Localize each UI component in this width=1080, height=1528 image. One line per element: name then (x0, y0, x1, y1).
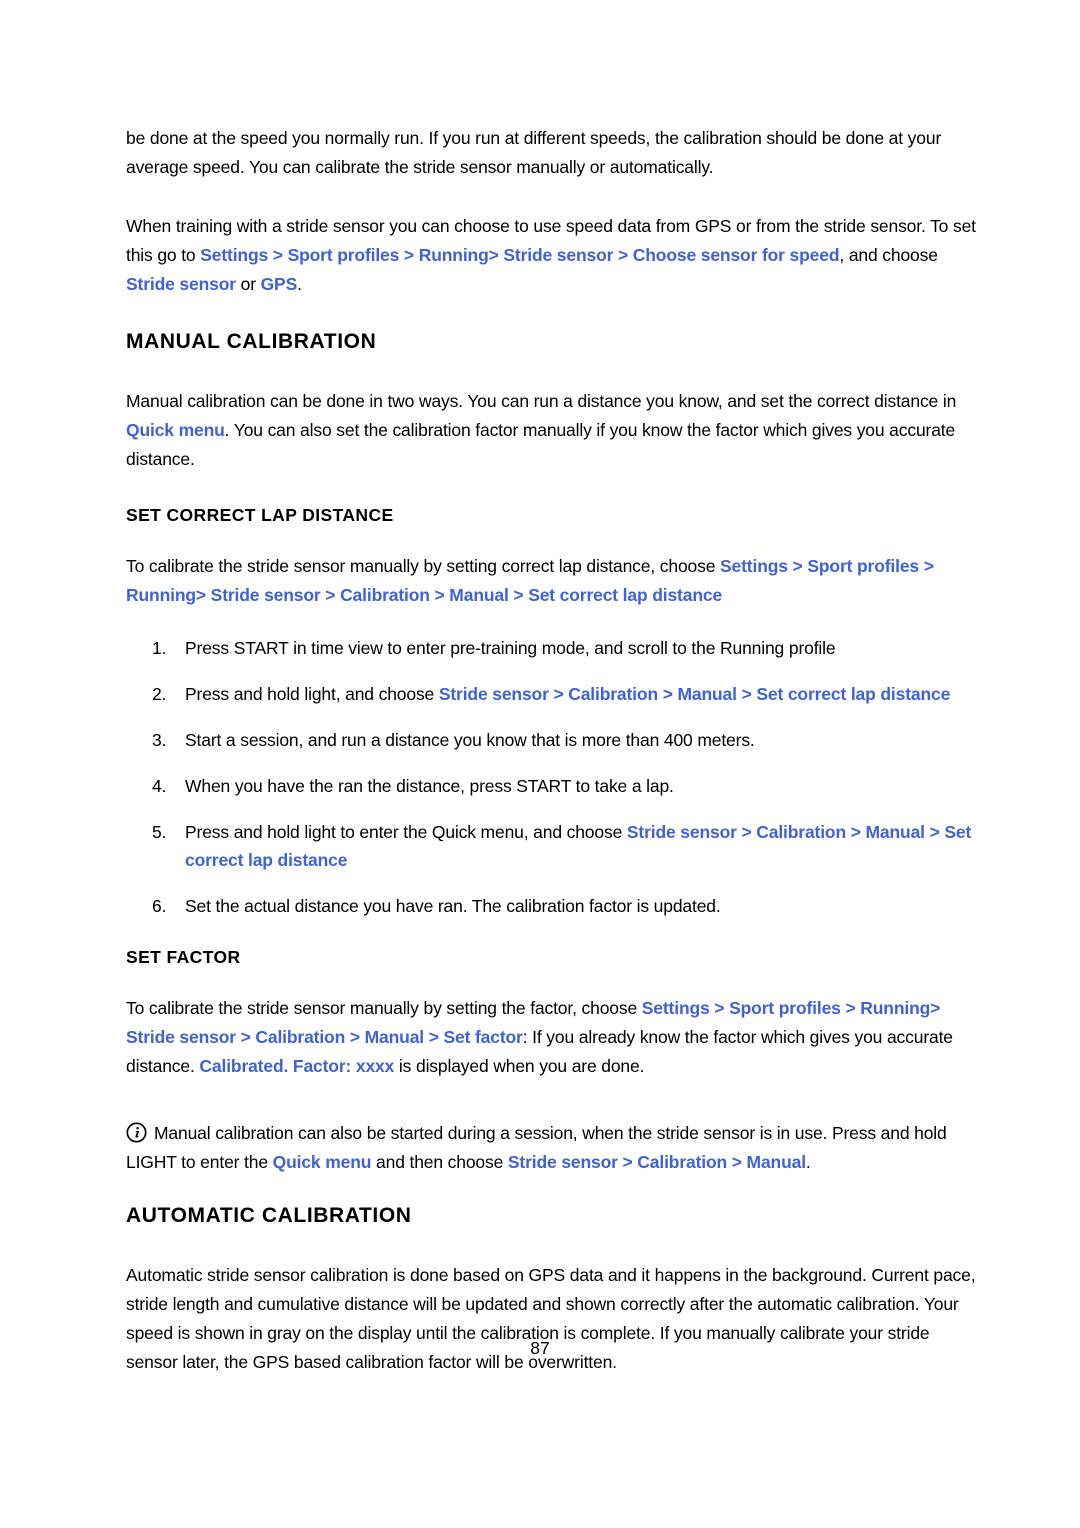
nav-quick-menu-note: Quick menu (272, 1152, 372, 1172)
list-item-number: 2. (152, 684, 167, 704)
manual-page: be done at the speed you normally run. I… (0, 0, 1080, 1528)
info-note-text-c: . (805, 1152, 811, 1172)
intro-paragraph-1: be done at the speed you normally run. I… (126, 128, 942, 177)
list-item-nav: Stride sensor > Calibration > Manual > S… (438, 684, 951, 704)
list-item-number: 6. (152, 896, 167, 916)
heading-manual-calibration: MANUAL CALIBRATION (126, 330, 377, 353)
list-item: 4. When you have the ran the distance, pr… (126, 772, 978, 800)
list-item-text: Press START in time view to enter pre-tr… (185, 638, 836, 658)
list-item: 2. Press and hold light, and choose Strid… (126, 680, 978, 708)
manual-intro-paragraph: Manual calibration can be done in two wa… (126, 387, 978, 474)
set-factor-paragraph: To calibrate the stride sensor manually … (126, 994, 978, 1081)
manual-intro-text-b: . You can also set the calibration facto… (126, 420, 956, 469)
list-item-text: When you have the ran the distance, pres… (185, 776, 674, 796)
list-item-text: Set the actual distance you have ran. Th… (185, 896, 721, 916)
set-lap-distance-intro: To calibrate the stride sensor manually … (126, 552, 978, 610)
info-note: Manual calibration can also be started d… (126, 1119, 978, 1177)
list-item-number: 4. (152, 776, 167, 796)
status-calibrated-factor: Calibrated. Factor: xxxx (199, 1056, 395, 1076)
nav-option-gps: GPS (260, 274, 298, 294)
intro-p2-text-b: , and choose (839, 245, 938, 265)
intro-paragraph-2: When training with a stride sensor you c… (126, 212, 978, 299)
heading-set-factor: SET FACTOR (126, 947, 241, 967)
nav-quick-menu: Quick menu (126, 420, 225, 440)
set-lap-intro-text-a: To calibrate the stride sensor manually … (126, 556, 721, 576)
manual-intro-text-a: Manual calibration can be done in two wa… (126, 391, 957, 411)
info-circle-icon (126, 1122, 147, 1143)
info-note-text-b: and then choose (371, 1152, 508, 1172)
list-item: 5. Press and hold light to enter the Quic… (126, 818, 978, 874)
set-factor-text-c: is displayed when you are done. (394, 1056, 645, 1076)
list-item-number: 3. (152, 730, 167, 750)
list-item-number: 5. (152, 822, 167, 842)
list-item-text: Press and hold light to enter the Quick … (185, 822, 627, 842)
page-number: 87 (530, 1338, 550, 1358)
nav-path-manual-calibration: Stride sensor > Calibration > Manual (507, 1152, 806, 1172)
list-item-number: 1. (152, 638, 167, 658)
intro-p2-text-c: or (235, 274, 261, 294)
list-item-text: Press and hold light, and choose (185, 684, 439, 704)
nav-option-stride-sensor: Stride sensor (126, 274, 236, 294)
set-lap-distance-step-list: 1. Press START in time view to enter pre-… (126, 634, 978, 920)
heading-automatic-calibration: AUTOMATIC CALIBRATION (126, 1204, 412, 1227)
list-item: 6. Set the actual distance you have ran. … (126, 892, 978, 920)
set-factor-text-a: To calibrate the stride sensor manually … (126, 998, 642, 1018)
nav-path-choose-sensor-for-speed: Settings > Sport profiles > Running> Str… (200, 245, 840, 265)
list-item-text: Start a session, and run a distance you … (185, 730, 755, 750)
list-item: 3. Start a session, and run a distance yo… (126, 726, 978, 754)
intro-p2-text-d: . (297, 274, 302, 294)
automatic-paragraph: Automatic stride sensor calibration is d… (126, 1265, 976, 1372)
list-item: 1. Press START in time view to enter pre-… (126, 634, 978, 662)
page-content: be done at the speed you normally run. I… (126, 124, 978, 1407)
heading-set-correct-lap-distance: SET CORRECT LAP DISTANCE (126, 505, 394, 525)
